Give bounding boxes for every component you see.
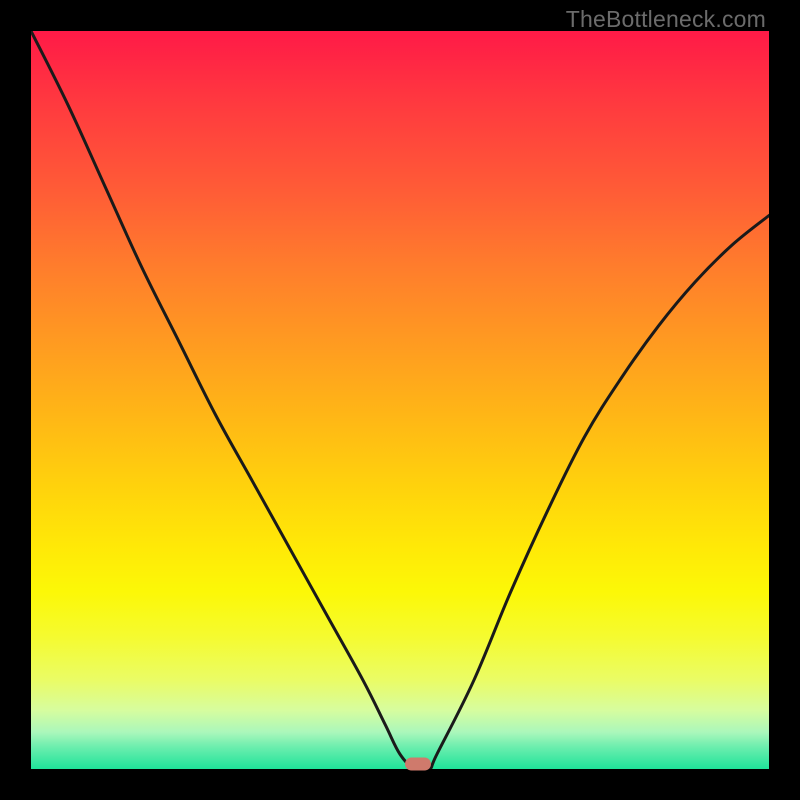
bottleneck-curve bbox=[31, 31, 769, 769]
watermark-text: TheBottleneck.com bbox=[566, 6, 766, 33]
plot-area bbox=[31, 31, 769, 769]
chart-frame: TheBottleneck.com bbox=[0, 0, 800, 800]
optimal-marker bbox=[405, 757, 431, 770]
